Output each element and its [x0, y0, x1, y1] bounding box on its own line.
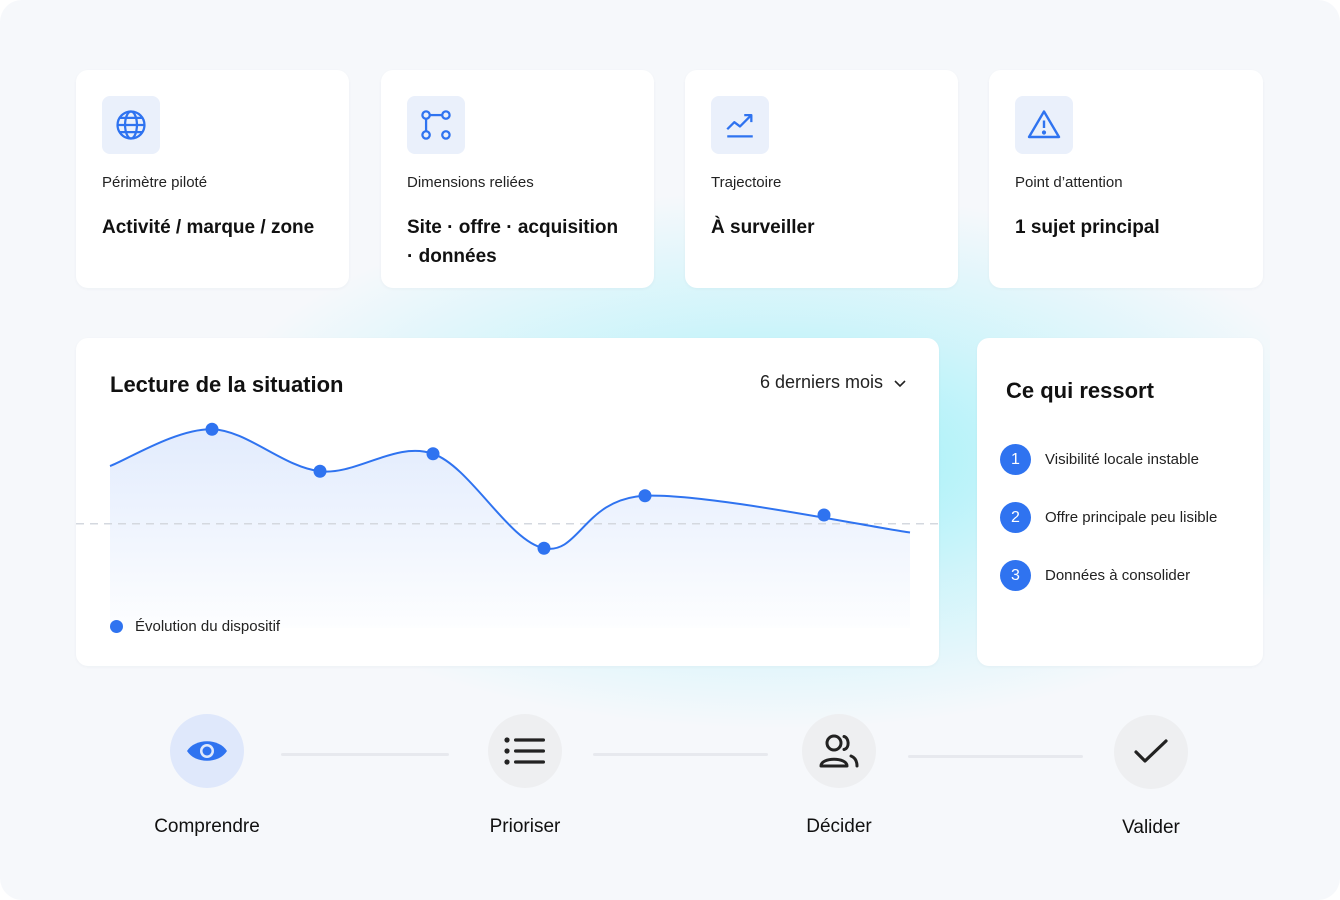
- period-select[interactable]: 6 derniers mois: [760, 372, 907, 393]
- data-point[interactable]: [638, 489, 652, 503]
- highlights-card: Ce qui ressort 1 Visibilité locale insta…: [977, 338, 1263, 666]
- highlight-text: Visibilité locale instable: [1045, 451, 1199, 468]
- step-prioriser[interactable]: Prioriser: [450, 714, 600, 838]
- stat-card-perimetre: Périmètre piloté Activité / marque / zon…: [76, 70, 349, 288]
- data-point[interactable]: [537, 541, 551, 555]
- list-icon: [488, 714, 562, 788]
- highlight-number: 2: [1000, 502, 1031, 533]
- stat-value: Activité / marque / zone: [102, 217, 315, 238]
- step-valider[interactable]: Valider: [1076, 715, 1226, 839]
- stat-value: 1 sujet principal: [1015, 217, 1160, 238]
- legend-marker: [110, 620, 123, 633]
- situation-chart-card: Lecture de la situation 6 derniers mois …: [76, 338, 939, 666]
- stat-card-trajectoire: Trajectoire À surveiller: [685, 70, 958, 288]
- stat-label: Périmètre piloté: [102, 174, 208, 191]
- data-point[interactable]: [205, 422, 219, 436]
- warning-icon: [1015, 96, 1073, 154]
- step-label: Comprendre: [154, 816, 260, 837]
- highlight-number: 3: [1000, 560, 1031, 591]
- network-icon: [407, 96, 465, 154]
- stat-label: Trajectoire: [711, 174, 782, 191]
- step-connector: [281, 753, 449, 756]
- step-connector: [593, 753, 768, 756]
- check-icon: [1114, 715, 1188, 789]
- series-area: [110, 429, 910, 628]
- stat-card-attention: Point d’attention 1 sujet principal: [989, 70, 1263, 288]
- data-point[interactable]: [426, 447, 440, 461]
- stat-value: Site · offre · acquisition · données: [407, 217, 619, 267]
- highlight-item: 1 Visibilité locale instable: [1000, 444, 1199, 475]
- step-decider[interactable]: Décider: [764, 714, 914, 838]
- highlights-title: Ce qui ressort: [1006, 378, 1154, 403]
- step-comprendre[interactable]: Comprendre: [132, 714, 282, 838]
- step-label: Prioriser: [489, 816, 561, 837]
- stat-value: À surveiller: [711, 217, 815, 238]
- chart-legend: Évolution du dispositif: [110, 618, 280, 635]
- highlight-item: 3 Données à consolider: [1000, 560, 1190, 591]
- data-point[interactable]: [313, 464, 327, 478]
- highlight-text: Offre principale peu lisible: [1045, 509, 1218, 526]
- stat-card-dimensions: Dimensions reliées Site · offre · acquis…: [381, 70, 654, 288]
- highlight-number: 1: [1000, 444, 1031, 475]
- data-point[interactable]: [817, 508, 831, 522]
- highlight-item: 2 Offre principale peu lisible: [1000, 502, 1217, 533]
- legend-label: Évolution du dispositif: [135, 618, 281, 635]
- highlight-text: Données à consolider: [1045, 567, 1191, 584]
- step-connector: [908, 755, 1083, 758]
- page-canvas: Périmètre piloté Activité / marque / zon…: [0, 0, 1340, 900]
- eye-icon: [170, 714, 244, 788]
- chart-title: Lecture de la situation: [110, 372, 344, 397]
- stat-label: Dimensions reliées: [407, 174, 534, 191]
- chevron-down-icon: [894, 379, 906, 387]
- users-icon: [802, 714, 876, 788]
- trend-up-icon: [711, 96, 769, 154]
- step-label: Décider: [806, 816, 872, 837]
- stat-label: Point d’attention: [1015, 174, 1123, 191]
- globe-icon: [102, 96, 160, 154]
- period-select-value: 6 derniers mois: [759, 372, 883, 392]
- step-label: Valider: [1122, 817, 1180, 838]
